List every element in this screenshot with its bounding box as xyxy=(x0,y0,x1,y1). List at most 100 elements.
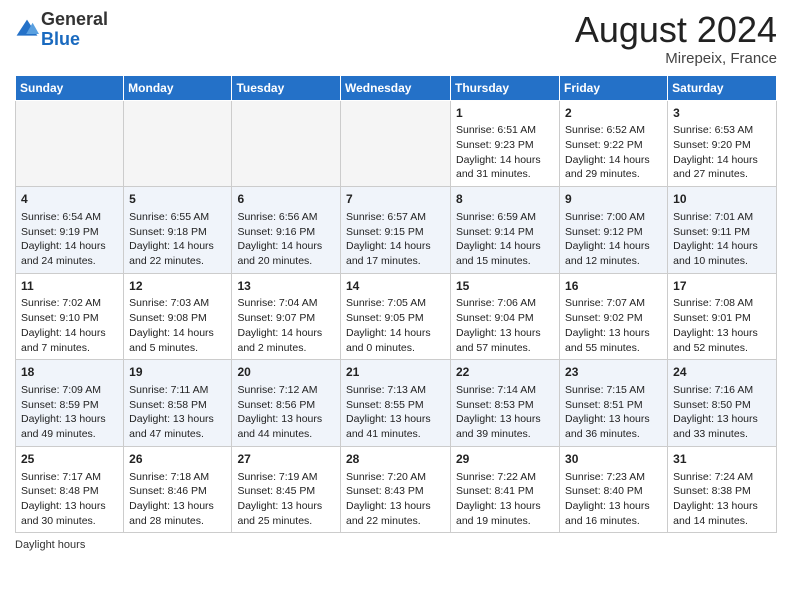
logo-icon xyxy=(15,18,39,42)
calendar-cell: 21Sunrise: 7:13 AMSunset: 8:55 PMDayligh… xyxy=(341,360,451,447)
day-info: Sunset: 9:22 PM xyxy=(565,138,662,153)
day-info: and 30 minutes. xyxy=(21,514,118,529)
day-info: Sunset: 8:38 PM xyxy=(673,484,771,499)
day-info: Sunrise: 7:23 AM xyxy=(565,470,662,485)
day-info: Sunrise: 7:08 AM xyxy=(673,296,771,311)
day-number: 5 xyxy=(129,191,226,208)
day-info: Daylight: 13 hours xyxy=(456,326,554,341)
day-number: 29 xyxy=(456,451,554,468)
day-info: and 44 minutes. xyxy=(237,427,335,442)
day-number: 11 xyxy=(21,278,118,295)
day-info: Sunrise: 6:54 AM xyxy=(21,210,118,225)
calendar-cell: 14Sunrise: 7:05 AMSunset: 9:05 PMDayligh… xyxy=(341,273,451,360)
day-info: Daylight: 14 hours xyxy=(129,239,226,254)
day-number: 1 xyxy=(456,105,554,122)
calendar-header-thursday: Thursday xyxy=(451,75,560,100)
calendar-cell: 31 Sunrise: 7:24 AMSunset: 8:38 PMDayligh… xyxy=(668,446,777,533)
day-info: and 31 minutes. xyxy=(456,167,554,182)
logo-general-text: General xyxy=(41,9,108,29)
calendar-header-sunday: Sunday xyxy=(16,75,124,100)
day-info: Sunset: 9:14 PM xyxy=(456,225,554,240)
calendar-week-4: 18Sunrise: 7:09 AMSunset: 8:59 PMDayligh… xyxy=(16,360,777,447)
day-info: and 14 minutes. xyxy=(673,514,771,529)
day-info: Sunrise: 7:12 AM xyxy=(237,383,335,398)
day-info: and 52 minutes. xyxy=(673,341,771,356)
calendar-cell: 3Sunrise: 6:53 AMSunset: 9:20 PMDaylight… xyxy=(668,100,777,187)
day-info: Sunrise: 6:57 AM xyxy=(346,210,445,225)
day-info: Daylight: 13 hours xyxy=(237,412,335,427)
day-info: Sunset: 9:23 PM xyxy=(456,138,554,153)
day-info: Sunrise: 6:56 AM xyxy=(237,210,335,225)
day-info: Daylight: 14 hours xyxy=(346,239,445,254)
calendar-header-friday: Friday xyxy=(560,75,668,100)
calendar-header-monday: Monday xyxy=(124,75,232,100)
day-info: and 7 minutes. xyxy=(21,341,118,356)
calendar-cell: 29Sunrise: 7:22 AMSunset: 8:41 PMDayligh… xyxy=(451,446,560,533)
day-info: Sunrise: 7:20 AM xyxy=(346,470,445,485)
day-info: Sunset: 8:43 PM xyxy=(346,484,445,499)
day-info: Sunset: 9:02 PM xyxy=(565,311,662,326)
day-info: and 25 minutes. xyxy=(237,514,335,529)
day-info: Sunset: 8:46 PM xyxy=(129,484,226,499)
calendar-week-5: 25Sunrise: 7:17 AMSunset: 8:48 PMDayligh… xyxy=(16,446,777,533)
day-info: Sunrise: 7:16 AM xyxy=(673,383,771,398)
day-info: Daylight: 14 hours xyxy=(21,239,118,254)
calendar-cell: 20Sunrise: 7:12 AMSunset: 8:56 PMDayligh… xyxy=(232,360,341,447)
day-info: Sunrise: 7:17 AM xyxy=(21,470,118,485)
day-info: Sunrise: 6:55 AM xyxy=(129,210,226,225)
day-info: Daylight: 14 hours xyxy=(21,326,118,341)
calendar-cell: 19Sunrise: 7:11 AMSunset: 8:58 PMDayligh… xyxy=(124,360,232,447)
day-info: Sunset: 8:50 PM xyxy=(673,398,771,413)
logo: General Blue xyxy=(15,10,108,50)
calendar-cell: 27Sunrise: 7:19 AMSunset: 8:45 PMDayligh… xyxy=(232,446,341,533)
calendar-cell: 5Sunrise: 6:55 AMSunset: 9:18 PMDaylight… xyxy=(124,187,232,274)
calendar-cell: 17Sunrise: 7:08 AMSunset: 9:01 PMDayligh… xyxy=(668,273,777,360)
calendar-cell: 22Sunrise: 7:14 AMSunset: 8:53 PMDayligh… xyxy=(451,360,560,447)
day-info: Sunrise: 7:14 AM xyxy=(456,383,554,398)
calendar-cell: 16Sunrise: 7:07 AMSunset: 9:02 PMDayligh… xyxy=(560,273,668,360)
day-info: Sunset: 9:11 PM xyxy=(673,225,771,240)
day-info: Daylight: 13 hours xyxy=(129,499,226,514)
day-info: Daylight: 13 hours xyxy=(346,412,445,427)
day-info: Sunrise: 6:59 AM xyxy=(456,210,554,225)
calendar-cell: 30Sunrise: 7:23 AMSunset: 8:40 PMDayligh… xyxy=(560,446,668,533)
day-info: Sunset: 8:53 PM xyxy=(456,398,554,413)
calendar-cell: 1Sunrise: 6:51 AMSunset: 9:23 PMDaylight… xyxy=(451,100,560,187)
day-info: Sunrise: 7:04 AM xyxy=(237,296,335,311)
day-info: Sunrise: 7:22 AM xyxy=(456,470,554,485)
calendar-week-2: 4Sunrise: 6:54 AMSunset: 9:19 PMDaylight… xyxy=(16,187,777,274)
calendar-header-row: SundayMondayTuesdayWednesdayThursdayFrid… xyxy=(16,75,777,100)
day-info: Daylight: 14 hours xyxy=(565,153,662,168)
day-number: 16 xyxy=(565,278,662,295)
calendar-cell: 10Sunrise: 7:01 AMSunset: 9:11 PMDayligh… xyxy=(668,187,777,274)
day-info: Daylight: 14 hours xyxy=(346,326,445,341)
day-number: 30 xyxy=(565,451,662,468)
calendar-cell: 4Sunrise: 6:54 AMSunset: 9:19 PMDaylight… xyxy=(16,187,124,274)
day-number: 28 xyxy=(346,451,445,468)
calendar-week-3: 11Sunrise: 7:02 AMSunset: 9:10 PMDayligh… xyxy=(16,273,777,360)
day-info: Sunset: 9:12 PM xyxy=(565,225,662,240)
location: Mirepeix, France xyxy=(575,50,777,67)
day-info: Sunset: 9:01 PM xyxy=(673,311,771,326)
calendar-cell: 2Sunrise: 6:52 AMSunset: 9:22 PMDaylight… xyxy=(560,100,668,187)
day-info: and 20 minutes. xyxy=(237,254,335,269)
day-info: and 22 minutes. xyxy=(346,514,445,529)
day-info: Sunset: 9:05 PM xyxy=(346,311,445,326)
day-number: 12 xyxy=(129,278,226,295)
day-info: and 47 minutes. xyxy=(129,427,226,442)
day-info: Daylight: 13 hours xyxy=(673,499,771,514)
day-info: and 2 minutes. xyxy=(237,341,335,356)
page: General Blue August 2024 Mirepeix, Franc… xyxy=(0,0,792,561)
day-info: Sunset: 9:04 PM xyxy=(456,311,554,326)
day-number: 17 xyxy=(673,278,771,295)
day-number: 21 xyxy=(346,364,445,381)
day-info: and 19 minutes. xyxy=(456,514,554,529)
day-info: and 55 minutes. xyxy=(565,341,662,356)
calendar-cell: 12Sunrise: 7:03 AMSunset: 9:08 PMDayligh… xyxy=(124,273,232,360)
calendar-cell: 8Sunrise: 6:59 AMSunset: 9:14 PMDaylight… xyxy=(451,187,560,274)
day-info: Sunrise: 7:06 AM xyxy=(456,296,554,311)
day-info: and 29 minutes. xyxy=(565,167,662,182)
day-number: 31 xyxy=(673,451,771,468)
day-info: Sunrise: 7:24 AM xyxy=(673,470,771,485)
calendar-cell xyxy=(341,100,451,187)
